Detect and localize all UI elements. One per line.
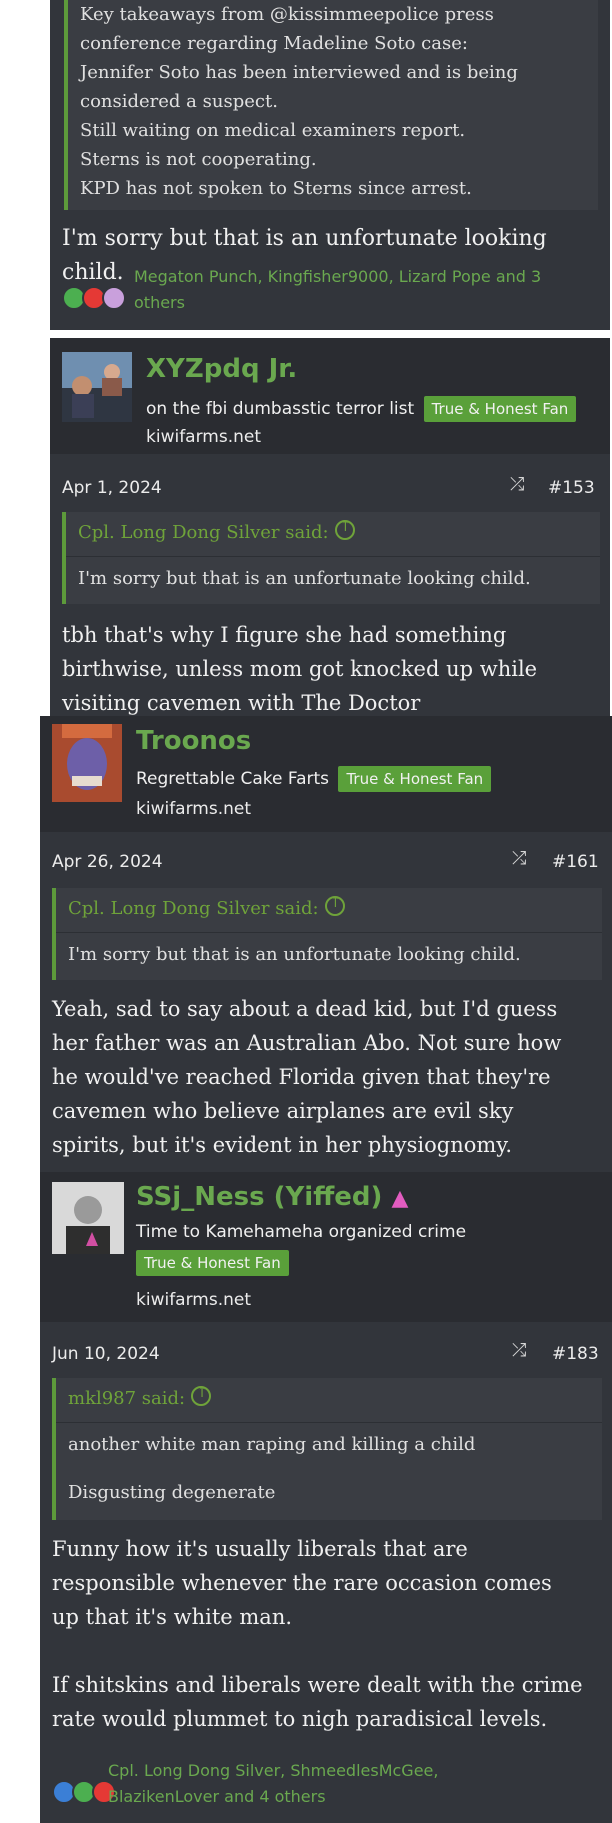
post-line: spirits, but it's evident in her physiog… [52,1133,513,1157]
post-line: cavemen who believe airplanes are evil s… [52,1099,514,1123]
reaction-icons[interactable] [62,286,126,310]
quote-divider [56,1422,602,1423]
post-number[interactable]: #183 [552,1344,599,1364]
user-title-text: Regrettable Cake Farts [136,769,330,789]
post-text: tbh that's why I figure she had somethin… [62,618,537,720]
post-153: Apr 1, 2024 ⤮ #153 Cpl. Long Dong Silver… [50,454,610,716]
username-text[interactable]: SSj_Ness (Yiffed) [136,1182,382,1212]
user-title: Time to Kamehameha organized crime [136,1222,467,1242]
user-title: on the fbi dumbasstic terror list True &… [146,396,577,422]
avatar-image-icon [52,724,122,802]
username[interactable]: XYZpdq Jr. [146,354,297,384]
post-line [52,1634,583,1668]
quote-divider [56,932,602,933]
post-183: Jun 10, 2024 ⤮ #183 mkl987 said: another… [40,1322,612,1823]
avatar[interactable] [52,1182,124,1254]
quote-block: Cpl. Long Dong Silver said: I'm sorry bu… [52,888,602,980]
post-line: responsible whenever the rare occasion c… [52,1571,552,1595]
avatar[interactable] [52,724,122,802]
post-number[interactable]: #161 [552,852,599,872]
quote-line: Jennifer Soto has been interviewed and i… [80,62,518,83]
quote-line: conference regarding Madeline Soto case: [80,33,468,54]
post-number[interactable]: #153 [548,478,595,498]
post-top: Key takeaways from @kissimmeepolice pres… [50,0,610,330]
user-title: Regrettable Cake Farts True & Honest Fan [136,766,492,792]
jump-to-quote-icon[interactable] [334,519,355,540]
quote-author-text[interactable]: mkl987 said: [68,1388,185,1409]
quote-block: Key takeaways from @kissimmeepolice pres… [64,0,598,210]
post-line: tbh that's why I figure she had somethin… [62,623,507,647]
jump-to-quote-icon[interactable] [191,1385,212,1406]
user-badge: True & Honest Fan [136,1250,289,1276]
post-line: Funny how it's usually liberals that are [52,1537,468,1561]
avatar-image-icon [52,1182,124,1254]
post-line: up that it's white man. [52,1605,293,1629]
user-badge-wrap: True & Honest Fan [136,1250,289,1276]
post-line: he would've reached Florida given that t… [52,1065,551,1089]
post-153-userbar: XYZpdq Jr. on the fbi dumbasstic terror … [50,338,610,454]
quote-text: I'm sorry but that is an unfortunate loo… [68,944,521,965]
username[interactable]: SSj_Ness (Yiffed) ▲ [136,1182,408,1212]
quote-text: I'm sorry but that is an unfortunate loo… [78,568,531,589]
reaction-users[interactable]: Megaton Punch, Kingfisher9000, Lizard Po… [134,264,541,316]
avatar-image-icon [62,352,132,422]
user-site: kiwifarms.net [136,799,252,819]
quote-block: Cpl. Long Dong Silver said: I'm sorry bu… [62,512,600,604]
post-line: If shitskins and liberals were dealt wit… [52,1673,583,1697]
quote-line: KPD has not spoken to Sterns since arres… [80,178,472,199]
post-date[interactable]: Apr 1, 2024 [62,478,162,498]
post-161-userbar: Troonos Regrettable Cake Farts True & Ho… [40,716,612,832]
post-line: rate would plummet to nigh paradisical l… [52,1707,548,1731]
post-date[interactable]: Apr 26, 2024 [52,852,163,872]
reaction-users[interactable]: Cpl. Long Dong Silver, ShmeedlesMcGee, B… [108,1758,438,1810]
quote-text: another white man raping and killing a c… [68,1434,476,1455]
quote-author[interactable]: Cpl. Long Dong Silver said: [78,519,355,543]
quote-author[interactable]: Cpl. Long Dong Silver said: [68,895,345,919]
post-183-userbar: SSj_Ness (Yiffed) ▲ Time to Kamehameha o… [40,1172,612,1322]
post-line: her father was an Australian Abo. Not su… [52,1031,562,1055]
jump-to-quote-icon[interactable] [324,895,345,916]
reaction-users-line[interactable]: Megaton Punch, Kingfisher9000, Lizard Po… [134,264,541,290]
quote-author-text[interactable]: Cpl. Long Dong Silver said: [68,898,319,919]
post-text: Funny how it's usually liberals that are… [52,1532,583,1736]
share-icon[interactable]: ⤮ [512,1340,526,1361]
post-line: visiting cavemen with The Doctor [62,691,421,715]
user-badge: True & Honest Fan [338,766,492,792]
quote-text: Disgusting degenerate [68,1482,276,1503]
share-icon[interactable]: ⤮ [512,848,526,869]
quote-line: considered a suspect. [80,91,278,112]
user-badge: True & Honest Fan [423,396,577,422]
user-title-text: on the fbi dumbasstic terror list [146,399,415,419]
post-line: Yeah, sad to say about a dead kid, but I… [52,997,558,1021]
post-line: birthwise, unless mom got knocked up whi… [62,657,538,681]
post-date[interactable]: Jun 10, 2024 [52,1344,160,1364]
reaction-users-line[interactable]: BlazikenLover and 4 others [108,1784,438,1810]
quote-author-text[interactable]: Cpl. Long Dong Silver said: [78,522,329,543]
quote-line: Sterns is not cooperating. [80,149,317,170]
username[interactable]: Troonos [136,726,251,756]
avatar[interactable] [62,352,132,422]
post-text: Yeah, sad to say about a dead kid, but I… [52,992,561,1162]
user-site: kiwifarms.net [136,1290,252,1310]
sparkle-reaction-icon [102,286,126,310]
quote-line: Still waiting on medical examiners repor… [80,120,466,141]
user-site: kiwifarms.net [146,427,262,447]
post-161: Apr 26, 2024 ⤮ #161 Cpl. Long Dong Silve… [40,832,612,1172]
quote-block: mkl987 said: another white man raping an… [52,1378,602,1520]
quote-divider [66,556,600,557]
quote-author[interactable]: mkl987 said: [68,1385,212,1409]
triangle-icon: ▲ [391,1186,409,1211]
share-icon[interactable]: ⤮ [510,474,524,495]
reaction-users-line[interactable]: others [134,290,541,316]
reaction-users-line[interactable]: Cpl. Long Dong Silver, ShmeedlesMcGee, [108,1758,438,1784]
reaction-icons[interactable] [52,1780,116,1804]
quote-line: Key takeaways from @kissimmeepolice pres… [80,4,494,25]
